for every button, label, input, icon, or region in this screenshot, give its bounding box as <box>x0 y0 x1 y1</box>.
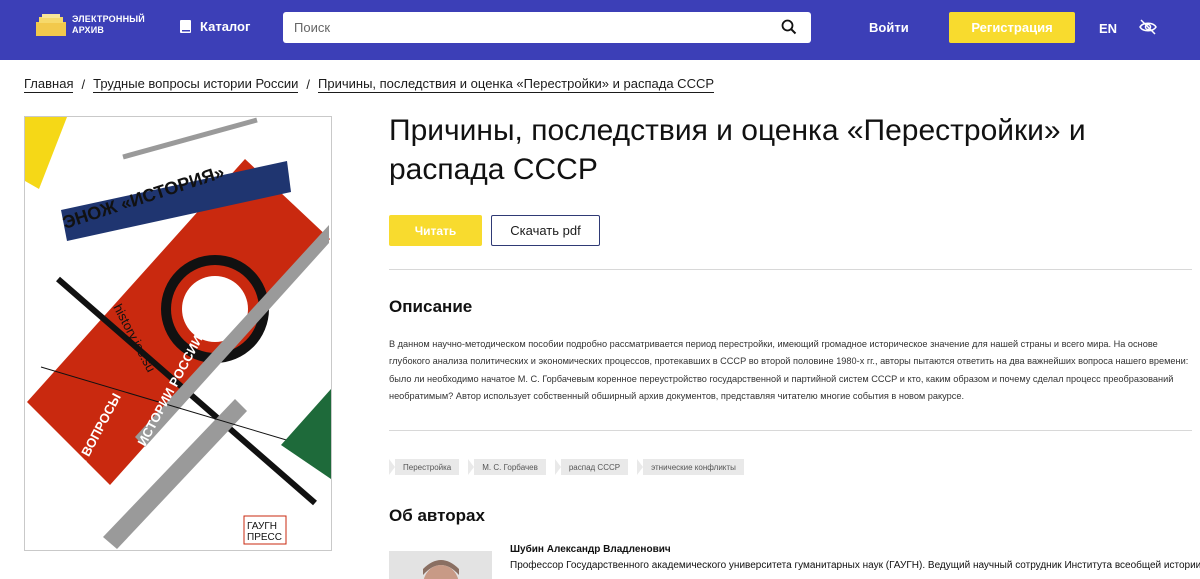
book-title: Причины, последствия и оценка «Перестрой… <box>389 114 1086 186</box>
tag-item[interactable]: Перестройка <box>389 459 460 475</box>
logo-line-1: ЭЛЕКТРОННЫЙ <box>72 14 145 24</box>
logo-line-2: АРХИВ <box>72 25 105 35</box>
breadcrumb-separator: / <box>306 77 311 92</box>
language-switch[interactable]: EN <box>1099 21 1117 36</box>
book-cover-image: ЭНОЖ «ИСТОРИЯ» history.jes.su ИСТОРИИ РО… <box>25 117 331 550</box>
breadcrumb-current[interactable]: Причины, последствия и оценка «Перестрой… <box>318 76 715 93</box>
section-divider <box>389 269 1192 270</box>
search-box <box>283 12 811 43</box>
author-bio: Профессор Государственного академическог… <box>510 560 1200 571</box>
description-text: В данном научно-методическом пособии под… <box>389 339 1189 401</box>
tag-item[interactable]: этнические конфликты <box>637 459 744 475</box>
catalog-button[interactable]: Каталог <box>180 19 250 34</box>
author-name[interactable]: Шубин Александр Владленович <box>510 544 671 555</box>
register-button[interactable]: Регистрация <box>949 12 1075 43</box>
book-cover[interactable]: ЭНОЖ «ИСТОРИЯ» history.jes.su ИСТОРИИ РО… <box>24 116 332 551</box>
breadcrumb-collection[interactable]: Трудные вопросы истории России <box>93 76 299 93</box>
logo-text: ЭЛЕКТРОННЫЙ АРХИВ <box>72 14 145 36</box>
section-divider <box>389 430 1192 431</box>
site-logo[interactable]: ЭЛЕКТРОННЫЙ АРХИВ <box>36 14 145 36</box>
eye-off-icon <box>1139 19 1157 35</box>
description-heading: Описание <box>389 297 473 316</box>
book-icon <box>180 20 191 33</box>
authors-heading: Об авторах <box>389 506 485 525</box>
search-input[interactable] <box>283 12 763 43</box>
search-button[interactable] <box>781 19 797 40</box>
author-photo[interactable] <box>389 551 492 579</box>
read-button[interactable]: Читать <box>389 215 482 246</box>
top-header: ЭЛЕКТРОННЫЙ АРХИВ Каталог Войти Регистра… <box>0 0 1200 60</box>
tag-item[interactable]: М. С. Горбачев <box>468 459 546 475</box>
accessibility-toggle[interactable] <box>1139 19 1157 40</box>
catalog-label: Каталог <box>200 19 251 34</box>
breadcrumb-home[interactable]: Главная <box>24 76 74 93</box>
breadcrumb-separator: / <box>81 77 86 92</box>
login-link[interactable]: Войти <box>869 20 909 35</box>
tag-list: Перестройка М. С. Горбачев распад СССР э… <box>389 459 744 475</box>
tag-item[interactable]: распад СССР <box>554 459 629 475</box>
breadcrumb: Главная / Трудные вопросы истории России… <box>24 76 715 93</box>
cover-publisher-line-2: ПРЕСС <box>247 532 282 543</box>
search-icon <box>781 19 797 35</box>
download-pdf-button[interactable]: Скачать pdf <box>491 215 600 246</box>
archive-logo-icon <box>36 14 66 36</box>
author-portrait-image <box>389 551 492 579</box>
cover-publisher-line-1: ГАУГН <box>247 521 277 532</box>
